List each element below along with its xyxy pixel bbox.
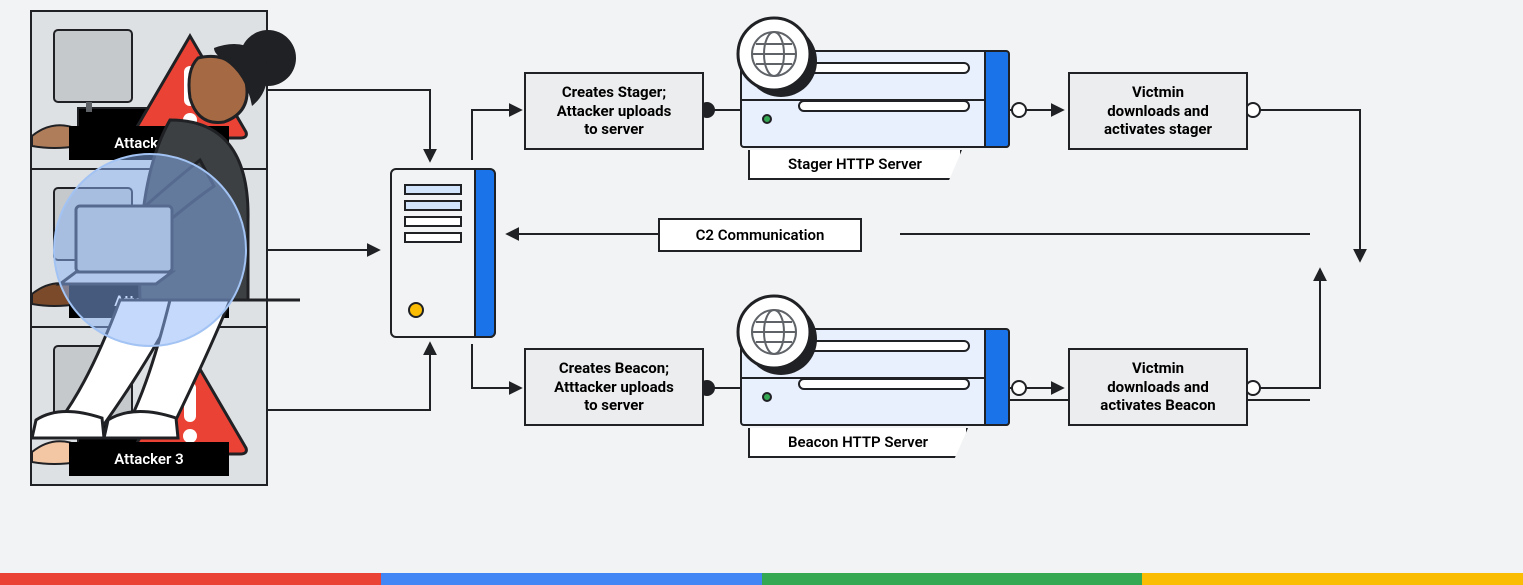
globe-icon xyxy=(734,14,820,100)
stager-server-icon: Stager HTTP Server xyxy=(740,50,1010,148)
beacon-server-label: Beacon HTTP Server xyxy=(748,428,968,458)
brand-color-bar xyxy=(0,573,1523,585)
victim-beacon-label: Victmin downloads and activates Beacon xyxy=(1100,359,1215,415)
c2-label: C2 Communication xyxy=(696,226,825,245)
globe-icon xyxy=(734,292,820,378)
team-server-icon xyxy=(390,168,496,338)
create-stager-label: Creates Stager; Attacker uploads to serv… xyxy=(557,83,672,139)
stager-server-label: Stager HTTP Server xyxy=(748,150,962,180)
attacker-label: Attacker 3 xyxy=(69,442,229,476)
create-stager-box: Creates Stager; Attacker uploads to serv… xyxy=(524,72,704,150)
victim-stager-label: Victmin downloads and activates stager xyxy=(1104,83,1212,139)
c2-box: C2 Communication xyxy=(658,218,862,252)
victim-beacon-box: Victmin downloads and activates Beacon xyxy=(1068,348,1248,426)
victim-person-icon xyxy=(0,0,300,440)
create-beacon-label: Creates Beacon; Atttacker uploads to ser… xyxy=(554,359,674,415)
beacon-server-icon: Beacon HTTP Server xyxy=(740,328,1010,426)
create-beacon-box: Creates Beacon; Atttacker uploads to ser… xyxy=(524,348,704,426)
victim-stager-box: Victmin downloads and activates stager xyxy=(1068,72,1248,150)
